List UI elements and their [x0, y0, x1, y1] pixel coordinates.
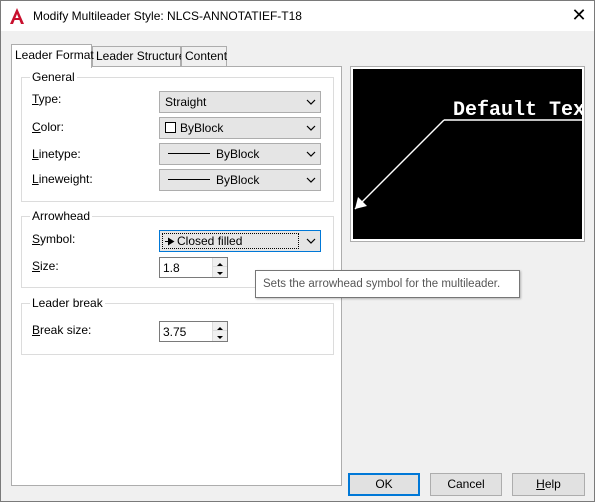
linetype-value: ByBlock	[216, 147, 260, 161]
leader-preview-drawing: Default Text	[354, 99, 582, 210]
color-select[interactable]: ByBlock	[159, 117, 321, 139]
close-button[interactable]: ✕	[566, 4, 592, 28]
tab-leader-structure[interactable]: Leader Structure	[92, 46, 185, 67]
arrowhead-size-stepper[interactable]: 1.8	[159, 257, 228, 278]
dialog-window: Modify Multileader Style: NLCS-ANNOTATIE…	[0, 0, 595, 502]
break-size-value: 3.75	[163, 325, 187, 339]
lineweight-select[interactable]: ByBlock	[159, 169, 321, 191]
type-label: Type:	[32, 92, 62, 106]
arrowhead-symbol-select[interactable]: Closed filled	[159, 230, 321, 252]
arrowhead-symbol-value: Closed filled	[177, 234, 243, 248]
break-size-label: Break size:	[32, 323, 92, 337]
color-label: Color:	[32, 120, 65, 134]
break-size-stepper[interactable]: 3.75	[159, 321, 228, 342]
spin-up-button[interactable]	[213, 322, 227, 331]
caret-down-icon	[217, 336, 223, 339]
caret-down-icon	[217, 272, 223, 275]
window-title: Modify Multileader Style: NLCS-ANNOTATIE…	[33, 9, 302, 23]
lineweight-value: ByBlock	[216, 173, 260, 187]
tooltip-text: Sets the arrowhead symbol for the multil…	[263, 278, 501, 290]
style-preview: Default Text	[350, 66, 585, 242]
help-button[interactable]: Help	[512, 473, 585, 496]
tab-content[interactable]: Content	[181, 46, 227, 67]
chevron-down-icon	[306, 177, 316, 183]
leader-line	[354, 119, 445, 210]
spin-down-button[interactable]	[213, 331, 227, 340]
autocad-icon	[10, 8, 24, 24]
tooltip: Sets the arrowhead symbol for the multil…	[255, 270, 520, 298]
arrowhead-group-title: Arrowhead	[30, 209, 93, 223]
leader-break-group-title: Leader break	[30, 296, 105, 310]
ok-button[interactable]: OK	[348, 473, 420, 496]
linetype-select[interactable]: ByBlock	[159, 143, 321, 165]
tab-leader-format[interactable]: Leader Format	[11, 44, 94, 68]
chevron-down-icon	[306, 125, 316, 131]
closed-filled-arrow-icon	[165, 237, 175, 246]
preview-canvas: Default Text	[353, 69, 582, 239]
close-icon: ✕	[571, 5, 587, 25]
chevron-down-icon	[306, 238, 316, 244]
type-value: Straight	[165, 95, 207, 109]
chevron-down-icon	[306, 151, 316, 157]
lineweight-label: Lineweight:	[32, 172, 93, 186]
chevron-down-icon	[306, 99, 316, 105]
color-swatch-icon	[165, 122, 176, 133]
color-value: ByBlock	[180, 121, 224, 135]
type-select[interactable]: Straight	[159, 91, 321, 113]
linetype-line-icon	[168, 153, 210, 154]
spin-down-button[interactable]	[213, 267, 227, 276]
title-bar[interactable]: Modify Multileader Style: NLCS-ANNOTATIE…	[1, 1, 594, 31]
arrowhead-size-value: 1.8	[163, 261, 180, 275]
general-group-title: General	[30, 70, 77, 84]
symbol-label: Symbol:	[32, 232, 76, 246]
preview-text: Default Text	[453, 99, 582, 122]
size-label: Size:	[32, 259, 59, 273]
cancel-button[interactable]: Cancel	[430, 473, 502, 496]
lineweight-line-icon	[168, 179, 210, 180]
linetype-label: Linetype:	[32, 147, 81, 161]
spin-up-button[interactable]	[213, 258, 227, 267]
